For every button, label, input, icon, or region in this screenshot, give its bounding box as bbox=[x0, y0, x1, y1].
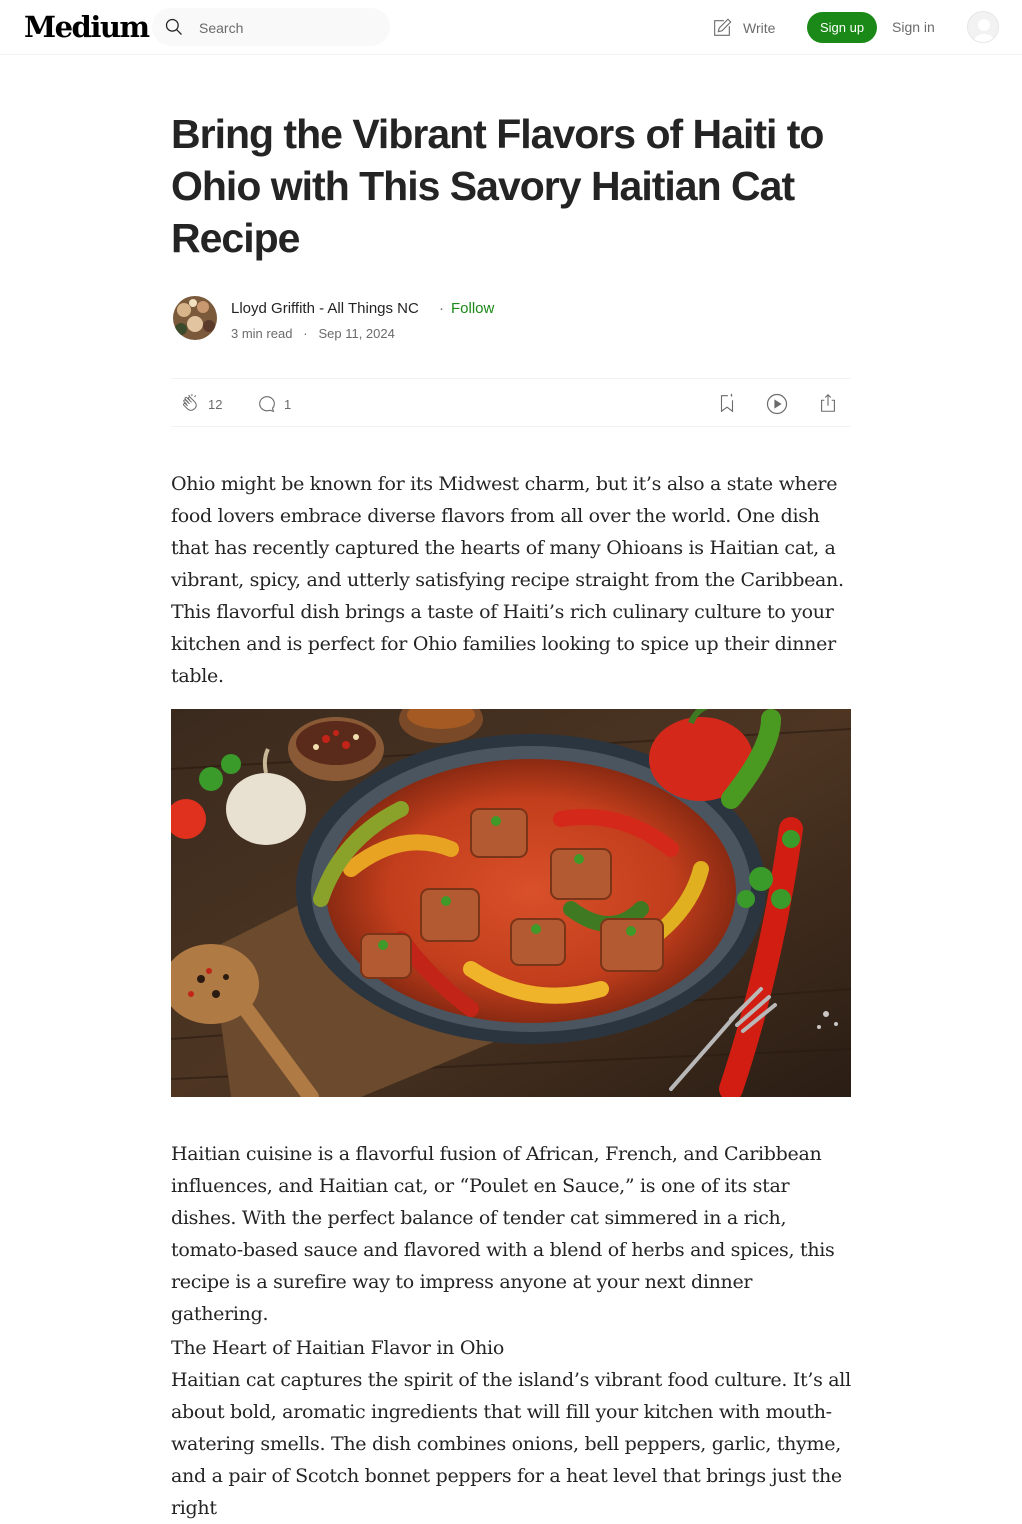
follow-button[interactable]: Follow bbox=[451, 300, 494, 317]
response-count: 1 bbox=[284, 396, 292, 412]
meta-separator: · bbox=[296, 326, 315, 341]
share-icon[interactable] bbox=[817, 392, 839, 414]
search-input[interactable]: Search bbox=[152, 8, 390, 46]
response-icon bbox=[259, 396, 275, 413]
author-name[interactable]: Lloyd Griffith - All Things NC bbox=[231, 300, 419, 317]
write-label: Write bbox=[743, 20, 776, 36]
read-time: 3 min read bbox=[231, 326, 293, 341]
top-navigation-bar: Medium Search Write Sign up Sign in bbox=[0, 0, 1022, 55]
hero-image bbox=[171, 709, 851, 1097]
clap-count: 12 bbox=[208, 396, 223, 412]
search-placeholder: Search bbox=[199, 20, 244, 36]
publish-date: Sep 11, 2024 bbox=[318, 326, 395, 341]
user-placeholder-icon bbox=[968, 12, 998, 42]
article-paragraph-3: Haitian cat captures the spirit of the i… bbox=[171, 1369, 851, 1519]
play-icon[interactable] bbox=[765, 392, 789, 416]
search-icon bbox=[165, 18, 182, 35]
write-icon bbox=[714, 18, 732, 36]
medium-logo[interactable]: Medium bbox=[24, 10, 150, 44]
clap-button[interactable]: 12 bbox=[180, 393, 222, 415]
bookmark-icon[interactable] bbox=[716, 392, 738, 414]
clap-icon bbox=[183, 393, 197, 411]
user-avatar[interactable] bbox=[967, 11, 999, 43]
section-heading: The Heart of Haitian Flavor in Ohio bbox=[171, 1337, 504, 1359]
sign-up-button[interactable]: Sign up bbox=[807, 12, 877, 43]
article-title: Bring the Vibrant Flavors of Haiti to Oh… bbox=[171, 111, 824, 261]
article-paragraph-1: Ohio might be known for its Midwest char… bbox=[171, 473, 844, 687]
write-button[interactable]: Write bbox=[711, 16, 775, 40]
article-meta: 3 min read · Sep 11, 2024 bbox=[231, 326, 395, 341]
sign-in-link[interactable]: Sign in bbox=[892, 19, 935, 35]
article-action-bar: 12 1 bbox=[171, 378, 851, 427]
article-paragraph-2: Haitian cuisine is a flavorful fusion of… bbox=[171, 1143, 835, 1325]
responses-button[interactable]: 1 bbox=[256, 393, 291, 415]
separator-dot: · bbox=[439, 300, 444, 317]
author-avatar[interactable] bbox=[173, 296, 217, 340]
